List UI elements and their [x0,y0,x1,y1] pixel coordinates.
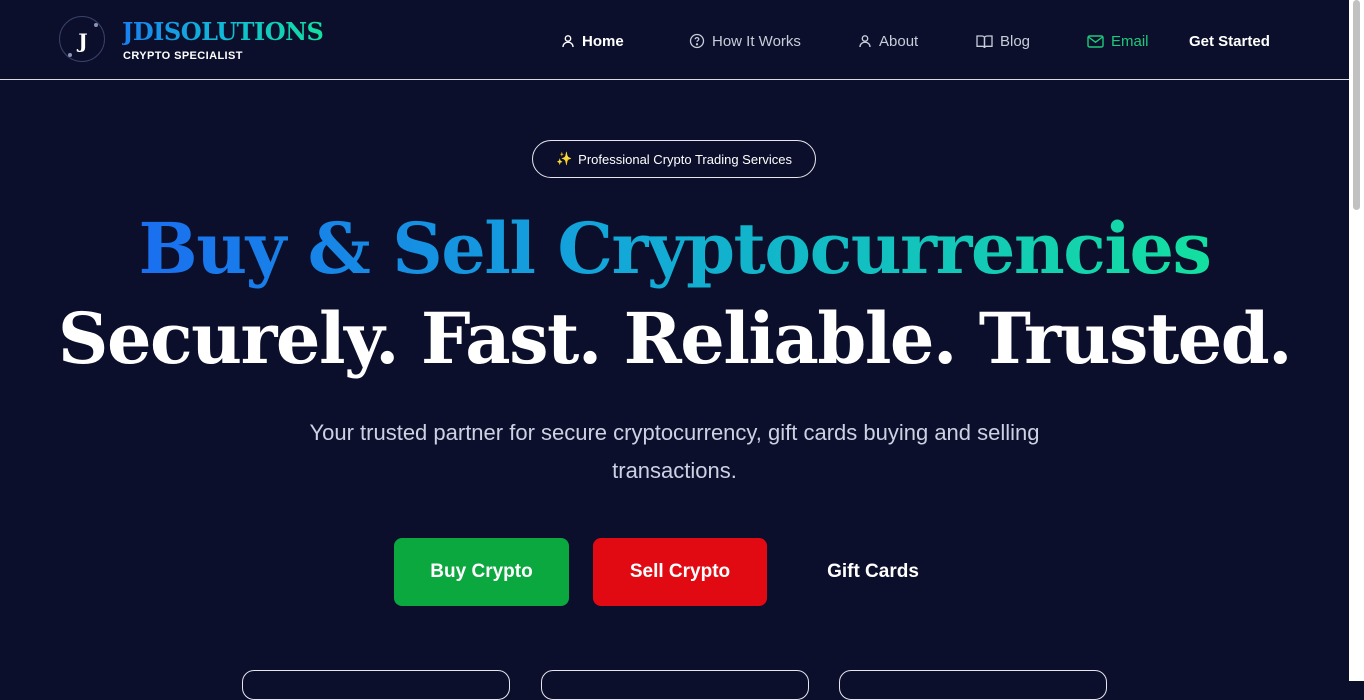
scrollbar-thumb[interactable] [1353,0,1360,210]
gift-cards-button[interactable]: Gift Cards [791,538,955,606]
nav-email[interactable]: Email [1087,30,1149,52]
hero-headline-line2: Securely. Fast. Reliable. Trusted. [57,297,1293,380]
hero-headline-gradient-text: Buy & Sell Cryptocurrencies [138,207,1212,290]
sell-crypto-button[interactable]: Sell Crypto [593,538,767,606]
nav-how-it-works-label: How It Works [712,32,801,50]
feature-card [242,670,510,700]
user-icon [859,35,871,48]
nav-email-label: Email [1111,32,1149,50]
nav-home[interactable]: Home [561,30,624,52]
book-icon [976,34,993,48]
user-icon [562,35,574,48]
feature-card [541,670,809,700]
hero-subtitle: Your trusted partner for secure cryptocu… [309,420,1040,483]
site-header: J JDISOLUTIONS CRYPTO SPECIALIST Home Ho… [0,0,1349,80]
sparkles-icon: ✨ [555,151,573,166]
feature-card [839,670,1107,700]
page: J JDISOLUTIONS CRYPTO SPECIALIST Home Ho… [0,0,1349,700]
nav-about[interactable]: About [858,30,918,52]
vertical-scrollbar[interactable] [1349,0,1364,681]
logo-letter: J [78,29,88,53]
get-started-link[interactable]: Get Started [1189,30,1270,52]
question-circle-icon [689,33,705,49]
hero-headline-line1: Buy & Sell Cryptocurrencies [0,206,1349,292]
hero-badge: ✨ Professional Crypto Trading Services [532,140,816,178]
nav-blog[interactable]: Blog [976,30,1030,52]
logo[interactable]: J [59,16,105,62]
nav-about-label: About [879,32,919,50]
nav-how-it-works[interactable]: How It Works [689,30,801,52]
brand-tagline: CRYPTO SPECIALIST [123,50,243,62]
mail-icon [1087,34,1104,48]
nav-home-label: Home [582,32,624,50]
get-started-label: Get Started [1189,32,1270,50]
nav-blog-label: Blog [1000,32,1031,50]
hero-badge-label: Professional Crypto Trading Services [578,151,793,167]
brand-name[interactable]: JDISOLUTIONS [122,18,324,46]
buy-crypto-button[interactable]: Buy Crypto [394,538,569,606]
